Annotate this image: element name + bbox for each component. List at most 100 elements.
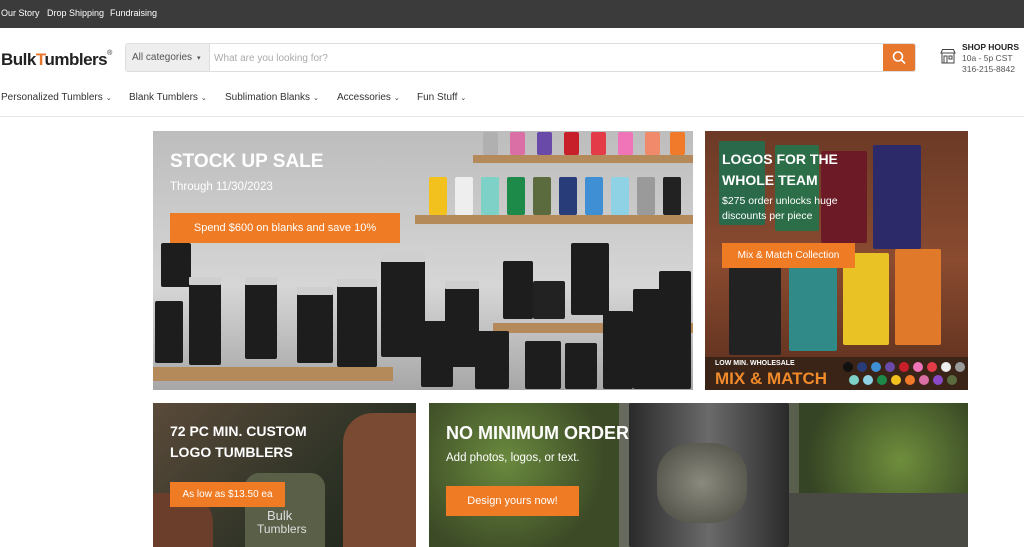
- color-swatch: [849, 375, 859, 385]
- tumbler-lid-image: [445, 281, 479, 289]
- color-swatch: [933, 375, 943, 385]
- banner-no-minimum[interactable]: NO MINIMUM ORDER Add photos, logos, or t…: [429, 403, 968, 547]
- chevron-down-icon: ⌄: [105, 95, 112, 102]
- tumbler-image: [729, 263, 781, 355]
- tumbler-image: [533, 177, 551, 215]
- logo-text-bulk: Bulk: [1, 50, 36, 69]
- tumbler-image: [189, 281, 221, 365]
- nav-item-fun-stuff[interactable]: Fun Stuff ⌄: [417, 92, 466, 103]
- banner-custom-title-line2: LOGO TUMBLERS: [170, 444, 293, 460]
- chevron-down-icon: ⌄: [460, 95, 467, 102]
- tumbler-image: [155, 301, 183, 363]
- tumbler-image: [245, 281, 277, 359]
- banner-nomin-subtitle: Add photos, logos, or text.: [446, 452, 580, 464]
- tumbler-image: [337, 283, 377, 367]
- color-swatch: [947, 375, 957, 385]
- color-swatch: [899, 362, 909, 372]
- tumbler-image: [475, 331, 509, 389]
- banner-custom-logo-tumblers[interactable]: Bulk Tumblers 72 PC MIN. CUSTOM LOGO TUM…: [153, 403, 416, 547]
- tumbler-image: [297, 291, 333, 363]
- tumbler-image: [873, 145, 921, 249]
- logo-registered-mark: ®: [107, 50, 112, 57]
- shop-phone[interactable]: 316-215-8842: [962, 64, 1015, 74]
- tumbler-image: [637, 177, 655, 215]
- shop-hours-time: 10a - 5p CST: [962, 53, 1013, 63]
- color-swatch: [919, 375, 929, 385]
- logo-text-umblers: umblers: [44, 50, 108, 69]
- tumbler-image: [161, 243, 191, 287]
- banner-logos-title-line1: LOGOS FOR THE: [722, 151, 838, 167]
- tumbler-image: [455, 177, 473, 215]
- spend-and-save-button[interactable]: Spend $600 on blanks and save 10%: [170, 213, 400, 243]
- tumbler-image: [510, 132, 525, 155]
- tumbler-image: [429, 177, 447, 215]
- banner-custom-title-line1: 72 PC MIN. CUSTOM: [170, 423, 307, 439]
- as-low-as-button[interactable]: As low as $13.50 ea: [170, 482, 285, 507]
- tumbler-lid-image: [337, 279, 377, 287]
- tumbler-image: [618, 132, 633, 155]
- color-swatch: [843, 362, 853, 372]
- tumbler-image: [611, 177, 629, 215]
- tumbler-lid-image: [297, 287, 333, 295]
- topbar-link-drop-shipping[interactable]: Drop Shipping: [47, 8, 104, 18]
- topbar-link-our-story[interactable]: Our Story: [1, 8, 40, 18]
- shelf-image: [415, 215, 693, 224]
- tumbler-image: [591, 132, 606, 155]
- tumbler-image: [571, 243, 609, 315]
- tumbler-image: [585, 177, 603, 215]
- shelf-image: [473, 155, 693, 163]
- site-logo[interactable]: BulkTumblers®: [1, 50, 112, 70]
- chevron-down-icon: ⌄: [393, 95, 400, 102]
- chevron-down-icon: ▾: [197, 55, 201, 62]
- tumbler-image: [663, 177, 681, 215]
- mix-match-strip-line2: MIX & MATCH: [715, 369, 828, 388]
- banner-logos-title-line2: WHOLE TEAM: [722, 172, 818, 188]
- banner-logos-team[interactable]: LOW MIN. WHOLESALE MIX & MATCH LOGOS FOR…: [705, 131, 968, 390]
- banner-stock-up-sale[interactable]: STOCK UP SALE Through 11/30/2023 Spend $…: [153, 131, 693, 390]
- tumbler-image: [533, 281, 565, 319]
- banner-logos-desc-line2: discounts per piece: [722, 210, 813, 222]
- arm-image: [343, 413, 416, 547]
- nav-item-personalized-tumblers[interactable]: Personalized Tumblers ⌄: [1, 92, 112, 103]
- tumbler-image: [445, 285, 479, 367]
- search-input[interactable]: [214, 49, 874, 67]
- chevron-down-icon: ⌄: [200, 95, 207, 102]
- search-icon: [892, 51, 906, 64]
- color-swatch: [955, 362, 965, 372]
- header-divider: [0, 116, 1024, 117]
- top-bar: Our Story Drop Shipping Fundraising: [0, 0, 1024, 28]
- mix-match-strip-line1: LOW MIN. WHOLESALE: [715, 360, 795, 367]
- category-select-label: All categories: [132, 52, 193, 63]
- nav-item-label: Blank Tumblers: [129, 92, 198, 103]
- main-nav: Personalized Tumblers ⌄ Blank Tumblers ⌄ S…: [0, 90, 1024, 108]
- tumbler-image: [507, 177, 525, 215]
- nav-item-sublimation-blanks[interactable]: Sublimation Blanks ⌄: [225, 92, 319, 103]
- tumbler-image: [381, 257, 425, 357]
- tumbler-image: [789, 255, 837, 351]
- tumbler-lid-image: [189, 277, 221, 285]
- category-select[interactable]: All categories ▾: [126, 44, 210, 71]
- nav-item-accessories[interactable]: Accessories ⌄: [337, 92, 400, 103]
- nav-item-blank-tumblers[interactable]: Blank Tumblers ⌄: [129, 92, 207, 103]
- topbar-link-fundraising[interactable]: Fundraising: [110, 8, 157, 18]
- tumbler-lid-image: [245, 277, 277, 285]
- banner-stock-title: STOCK UP SALE: [170, 151, 324, 172]
- color-swatch: [941, 362, 951, 372]
- tumbler-lid-image: [381, 253, 425, 262]
- tumbler-image: [565, 343, 597, 389]
- tumbler-image: [659, 271, 691, 389]
- tumbler-image: [559, 177, 577, 215]
- mix-match-collection-button[interactable]: Mix & Match Collection: [722, 243, 855, 268]
- banner-nomin-title: NO MINIMUM ORDER: [446, 423, 629, 443]
- color-swatch: [871, 362, 881, 372]
- tumbler-image: [483, 132, 498, 155]
- planter-image: [789, 493, 968, 547]
- elephant-engraving-image: [657, 443, 747, 523]
- color-swatch: [913, 362, 923, 372]
- banner-stock-subtitle: Through 11/30/2023: [170, 181, 273, 193]
- search-button[interactable]: [883, 44, 915, 71]
- tumbler-image: [645, 132, 660, 155]
- shop-hours-title: SHOP HOURS: [962, 42, 1019, 52]
- search-bar: All categories ▾: [125, 43, 916, 72]
- design-yours-button[interactable]: Design yours now!: [446, 486, 579, 516]
